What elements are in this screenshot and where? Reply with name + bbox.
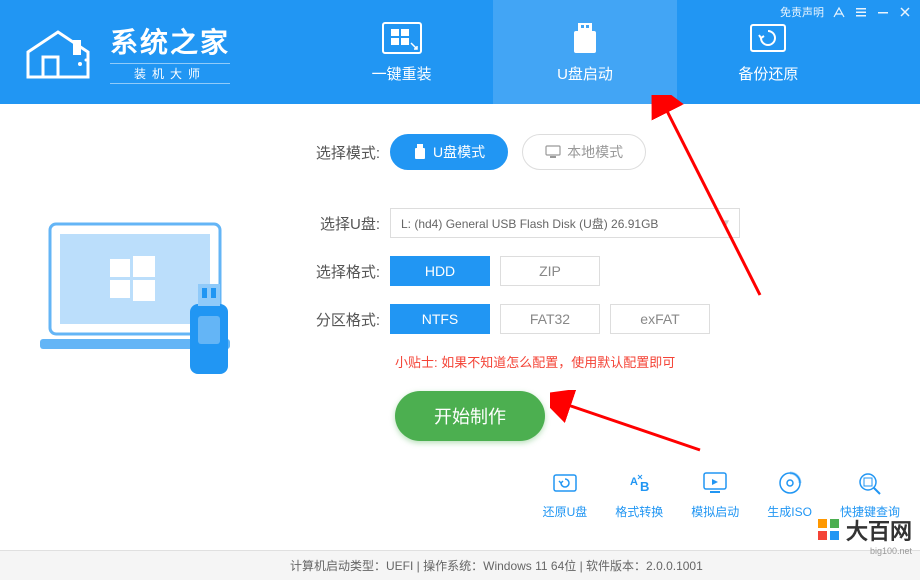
mode-label: 选择模式: — [310, 142, 390, 163]
close-icon[interactable] — [898, 5, 912, 19]
logo-text: 系统之家 装机大师 — [110, 21, 230, 84]
tool-label: 生成ISO — [767, 503, 812, 520]
windows-icon — [381, 21, 423, 57]
topbar: 免责声明 — [780, 4, 912, 20]
svg-text:B: B — [640, 479, 649, 494]
partition-ntfs-button[interactable]: NTFS — [390, 304, 490, 334]
tool-hotkey[interactable]: 快捷键查询 — [840, 469, 900, 520]
tool-label: 还原U盘 — [543, 503, 588, 520]
watermark-text: 大百网 — [846, 514, 912, 546]
statusbar: 计算机启动类型：UEFI | 操作系统：Windows 11 64位 | 软件版… — [0, 550, 920, 580]
tab-reinstall[interactable]: 一键重装 — [310, 0, 493, 104]
logo-subtitle: 装机大师 — [110, 63, 230, 84]
usb-mode-button[interactable]: U盘模式 — [390, 134, 508, 170]
tool-restore[interactable]: 还原U盘 — [543, 469, 588, 520]
svg-text:A: A — [630, 476, 638, 488]
iso-icon — [775, 469, 805, 497]
mode-btn-label: 本地模式 — [567, 142, 623, 162]
watermark: 大百网 big100.net — [816, 514, 912, 546]
tool-iso[interactable]: 生成ISO — [767, 469, 812, 520]
minimize-icon[interactable] — [876, 5, 890, 19]
partition-label: 分区格式: — [310, 309, 390, 330]
tool-label: 格式转换 — [615, 503, 663, 520]
tip-text: 小贴士: 如果不知道怎么配置，使用默认配置即可 — [395, 352, 890, 371]
backup-icon — [747, 21, 789, 57]
simulate-icon — [700, 469, 730, 497]
disclaimer-link[interactable]: 免责声明 — [780, 4, 824, 20]
partition-exfat-button[interactable]: exFAT — [610, 304, 710, 334]
tab-label: U盘启动 — [557, 63, 613, 84]
format-row: 选择格式: HDD ZIP — [310, 256, 890, 286]
partition-row: 分区格式: NTFS FAT32 exFAT — [310, 304, 890, 334]
watermark-icon — [816, 517, 842, 543]
content: 选择模式: U盘模式 本地模式 选择U盘: L: (hd4) General U… — [0, 104, 920, 441]
menu-icon[interactable] — [854, 5, 868, 19]
tools-row: 还原U盘 AB 格式转换 模拟启动 生成ISO 快捷键查询 — [543, 469, 900, 520]
tip-content: 如果不知道怎么配置，使用默认配置即可 — [441, 355, 675, 370]
tool-convert[interactable]: AB 格式转换 — [615, 469, 663, 520]
usb-dropdown[interactable]: L: (hd4) General USB Flash Disk (U盘) 26.… — [390, 208, 740, 238]
tip-label: 小贴士: — [395, 355, 441, 370]
illustration — [30, 134, 280, 441]
convert-icon: AB — [624, 469, 654, 497]
form-area: 选择模式: U盘模式 本地模式 选择U盘: L: (hd4) General U… — [280, 134, 890, 441]
usb-label: 选择U盘: — [310, 213, 390, 234]
tab-label: 备份还原 — [738, 63, 798, 84]
partition-fat32-button[interactable]: FAT32 — [500, 304, 600, 334]
mode-row: 选择模式: U盘模式 本地模式 — [310, 134, 890, 170]
mode-btn-label: U盘模式 — [433, 142, 485, 162]
tool-label: 模拟启动 — [691, 503, 739, 520]
usb-select-row: 选择U盘: L: (hd4) General USB Flash Disk (U… — [310, 208, 890, 238]
logo-title: 系统之家 — [110, 21, 230, 61]
header: 系统之家 装机大师 一键重装 U盘启动 备份还原 免责声明 — [0, 0, 920, 104]
usb-icon — [564, 21, 606, 57]
dropdown-value: L: (hd4) General USB Flash Disk (U盘) 26.… — [401, 215, 658, 232]
local-mode-button[interactable]: 本地模式 — [522, 134, 646, 170]
format-label: 选择格式: — [310, 261, 390, 282]
tool-simulate[interactable]: 模拟启动 — [691, 469, 739, 520]
restore-icon — [550, 469, 580, 497]
tab-label: 一键重装 — [372, 63, 432, 84]
theme-icon[interactable] — [832, 5, 846, 19]
status-text: 计算机启动类型：UEFI | 操作系统：Windows 11 64位 | 软件版… — [290, 557, 703, 574]
monitor-small-icon — [545, 145, 561, 159]
logo-icon — [18, 22, 98, 82]
start-button[interactable]: 开始制作 — [395, 391, 545, 441]
usb-small-icon — [413, 144, 427, 160]
format-hdd-button[interactable]: HDD — [390, 256, 490, 286]
hotkey-icon — [855, 469, 885, 497]
format-zip-button[interactable]: ZIP — [500, 256, 600, 286]
logo-area: 系统之家 装机大师 — [0, 0, 310, 104]
watermark-sub: big100.net — [870, 546, 912, 556]
tab-usb-boot[interactable]: U盘启动 — [493, 0, 676, 104]
